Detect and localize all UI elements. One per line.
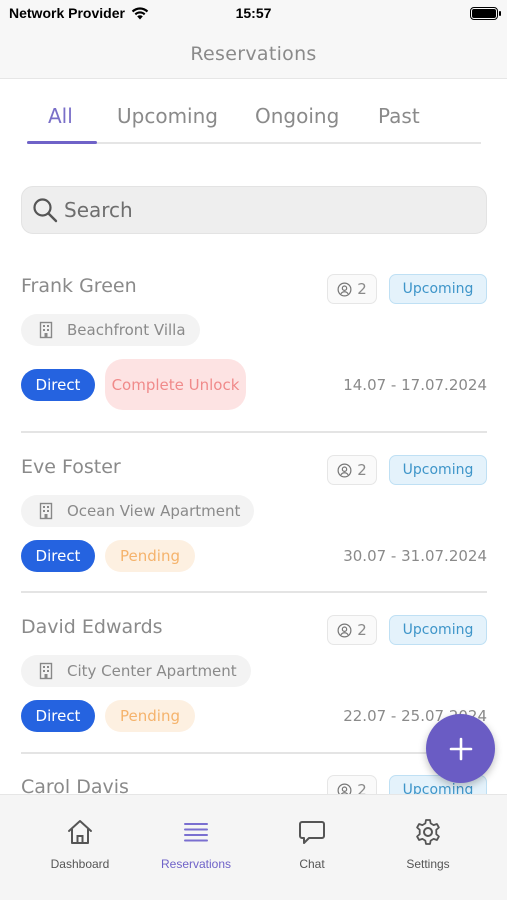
guest-count: 2 (327, 455, 377, 485)
status-bar: Network Provider 15:57 (0, 0, 507, 30)
nav-header: Reservations (0, 30, 507, 79)
search-bar[interactable] (21, 186, 487, 234)
building-icon (39, 502, 53, 520)
property-name: Ocean View Apartment (67, 502, 241, 520)
tab-chat[interactable]: Chat (257, 817, 367, 871)
tab-label: Reservations (160, 857, 232, 871)
guest-count: 2 (327, 615, 377, 645)
user-circle-icon (337, 623, 352, 637)
chat-bubble-icon (299, 821, 325, 844)
add-reservation-button[interactable] (426, 714, 495, 783)
tab-label: Dashboard (50, 857, 110, 871)
home-icon (68, 820, 92, 844)
tab-all[interactable]: All (48, 104, 73, 128)
tab-upcoming[interactable]: Upcoming (117, 104, 218, 128)
reservation-dates: 14.07 - 17.07.2024 (343, 376, 487, 394)
channel-badge: Direct (21, 369, 95, 401)
battery-icon (470, 7, 501, 20)
tab-label: Chat (299, 857, 325, 871)
tab-ongoing[interactable]: Ongoing (255, 104, 339, 128)
user-circle-icon (337, 463, 352, 477)
guest-count-value: 2 (357, 461, 367, 479)
building-icon (39, 321, 53, 339)
divider (21, 752, 487, 754)
lock-state-badge: Complete Unlock (105, 359, 246, 410)
property-chip: City Center Apartment (21, 655, 251, 687)
divider (21, 431, 487, 433)
clock: 15:57 (235, 5, 272, 21)
page-title: Reservations (190, 43, 317, 65)
tab-settings[interactable]: Settings (373, 817, 483, 871)
user-circle-icon (337, 282, 352, 296)
divider (21, 591, 487, 593)
guest-name: Eve Foster (21, 456, 121, 478)
building-icon (39, 662, 53, 680)
reservation-card[interactable]: Eve Foster 2 Upcoming Ocean View Apartme… (21, 455, 487, 596)
status-badge: Upcoming (389, 455, 487, 485)
status-badge: Upcoming (389, 274, 487, 304)
reservation-card[interactable]: David Edwards 2 Upcoming City Center Apa… (21, 615, 487, 756)
status-badge: Upcoming (389, 615, 487, 645)
bottom-tab-bar: Dashboard Reservations Chat Settings (0, 794, 507, 900)
guest-count: 2 (327, 274, 377, 304)
channel-badge: Direct (21, 700, 95, 732)
property-chip: Ocean View Apartment (21, 495, 255, 527)
lock-state-badge: Pending (105, 540, 195, 572)
tab-dashboard[interactable]: Dashboard (25, 817, 135, 871)
guest-name: Frank Green (21, 275, 137, 297)
lock-state-badge: Pending (105, 700, 195, 732)
guest-count-value: 2 (357, 280, 367, 298)
filter-tabs: All Upcoming Ongoing Past (27, 100, 481, 144)
channel-badge: Direct (21, 540, 95, 572)
plus-icon (449, 737, 472, 760)
reservation-dates: 30.07 - 31.07.2024 (343, 547, 487, 565)
gear-icon (416, 819, 440, 845)
property-chip: Beachfront Villa (21, 314, 200, 346)
search-icon (33, 198, 58, 223)
reservation-card[interactable]: Frank Green 2 Upcoming Beachfront Villa … (21, 274, 487, 435)
tab-past[interactable]: Past (378, 104, 420, 128)
search-input[interactable] (64, 198, 444, 222)
guest-count-value: 2 (357, 621, 367, 639)
list-icon (184, 823, 208, 842)
guest-name: David Edwards (21, 616, 163, 638)
property-name: City Center Apartment (67, 662, 237, 680)
active-tab-indicator (27, 141, 97, 144)
tab-label: Settings (406, 857, 450, 871)
property-name: Beachfront Villa (67, 321, 186, 339)
tab-reservations[interactable]: Reservations (141, 817, 251, 871)
